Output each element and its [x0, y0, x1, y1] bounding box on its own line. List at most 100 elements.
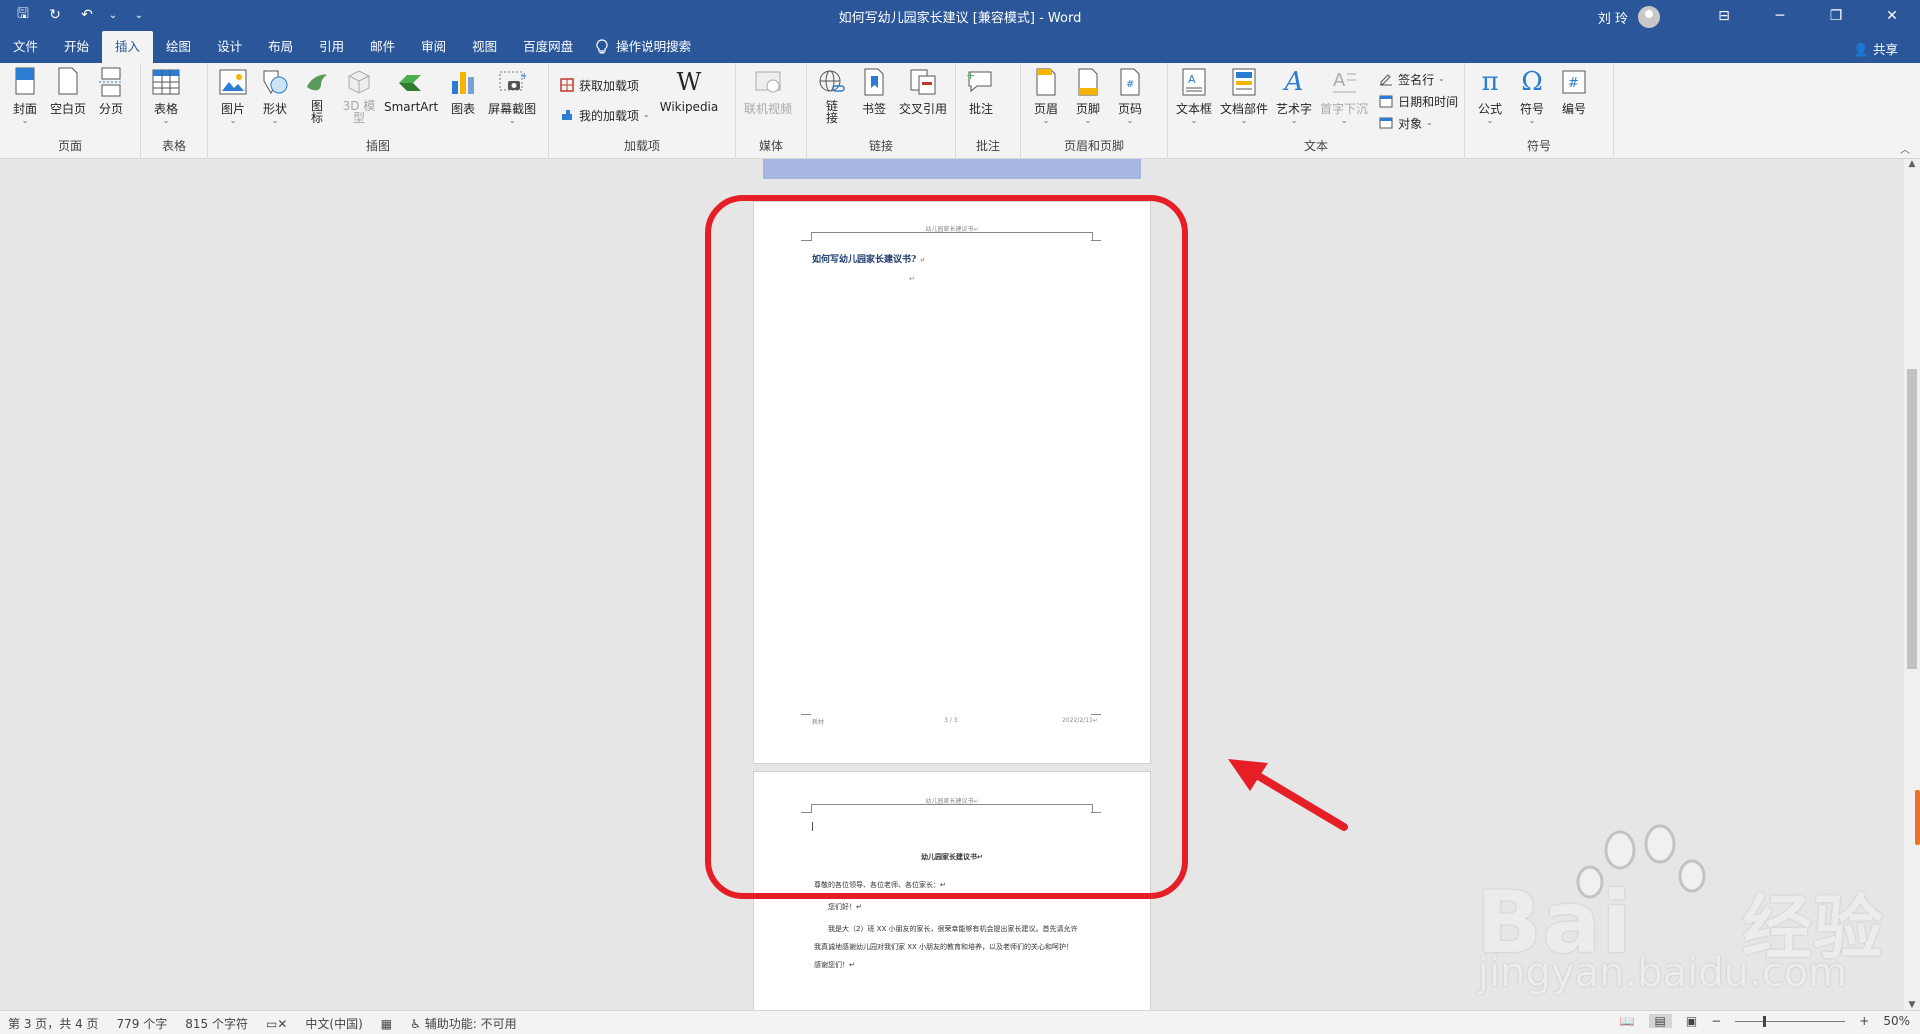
chevron-down-icon: ⌄	[1426, 118, 1433, 127]
share-label: 共享	[1872, 42, 1898, 57]
page-break-icon	[96, 67, 126, 97]
status-bar: 第 3 页，共 4 页 779 个字 815 个字符 ▭✕ 中文(中国) ▦ ♿…	[0, 1010, 1920, 1034]
header-label: 页眉	[1033, 102, 1058, 116]
my-addins-button[interactable]: 我的加载项 ⌄	[559, 105, 650, 125]
tab-mailings[interactable]: 邮件	[357, 31, 408, 63]
navigation-marker	[1915, 790, 1920, 845]
chevron-down-icon: ⌄	[1190, 116, 1198, 125]
person-icon: 👤	[1853, 42, 1869, 57]
accessibility-label: 辅助功能: 不可用	[424, 1017, 517, 1031]
tab-baidu-netdisk[interactable]: 百度网盘	[510, 31, 586, 63]
object-icon	[1378, 115, 1394, 131]
icons-label: 图 标	[310, 99, 323, 125]
user-name: 刘 玲	[1597, 11, 1628, 27]
group-label-illustrations: 插图	[365, 139, 390, 153]
bar-chart-icon	[448, 67, 478, 97]
group-label-media: 媒体	[758, 139, 783, 153]
cross-reference-label: 交叉引用	[899, 102, 948, 116]
highlight-annotation	[705, 195, 1188, 899]
number-icon: #	[1559, 67, 1589, 97]
restore-icon[interactable]: ❐	[1808, 0, 1864, 31]
smartart-label: SmartArt	[384, 100, 439, 114]
collapse-ribbon-icon[interactable]: ︿	[1900, 141, 1910, 156]
blank-page-label: 空白页	[50, 102, 87, 116]
scrollbar-thumb[interactable]	[1907, 369, 1917, 669]
group-label-header-footer: 页眉和页脚	[1063, 139, 1124, 153]
get-addins-button[interactable]: 获取加载项	[559, 75, 650, 95]
chevron-down-icon: ⌄	[1042, 116, 1050, 125]
textbox-label: 文本框	[1176, 102, 1213, 116]
tell-me-search[interactable]: 操作说明搜索	[586, 31, 704, 63]
vertical-scrollbar[interactable]: ▲ ▼	[1904, 159, 1920, 1010]
tab-design[interactable]: 设计	[204, 31, 255, 63]
cube-icon	[344, 67, 374, 97]
zoom-level[interactable]: 50%	[1883, 1014, 1910, 1028]
language[interactable]: 中文(中国)	[305, 1015, 362, 1032]
word-count[interactable]: 779 个字	[117, 1015, 168, 1032]
screenshot-label: 屏幕截图	[488, 102, 537, 116]
page-count[interactable]: 第 3 页，共 4 页	[8, 1015, 99, 1032]
avatar[interactable]	[1638, 6, 1660, 28]
scroll-up-icon[interactable]: ▲	[1904, 159, 1920, 169]
tab-view[interactable]: 视图	[459, 31, 510, 63]
tab-references[interactable]: 引用	[306, 31, 357, 63]
title-bar: 🖫 ↻ ↶ ⌄ ⌄ 如何写幼儿园家长建议 [兼容模式] - Word 刘 玲 ⊟…	[0, 0, 1920, 31]
wordart-icon: A	[1284, 67, 1304, 97]
tab-layout[interactable]: 布局	[255, 31, 306, 63]
tab-home[interactable]: 开始	[51, 31, 102, 63]
close-icon[interactable]: ✕	[1864, 0, 1920, 31]
tab-review[interactable]: 审阅	[408, 31, 459, 63]
store-icon	[559, 77, 575, 93]
group-label-pages: 页面	[57, 139, 82, 153]
group-addins: 获取加载项 我的加载项 ⌄ W Wikipedia 加载项	[549, 63, 736, 158]
new-comment-icon: +	[966, 67, 996, 97]
char-count[interactable]: 815 个字符	[185, 1015, 248, 1032]
online-video-label: 联机视频	[744, 102, 793, 116]
table-icon	[151, 67, 181, 97]
chevron-down-icon: ⌄	[643, 110, 650, 119]
smartart-icon	[396, 67, 426, 97]
tab-list: 文件 开始 插入 绘图 设计 布局 引用 邮件 审阅 视图 百度网盘 操作说明搜…	[0, 31, 704, 63]
bird-icon	[302, 67, 332, 97]
chevron-down-icon: ⌄	[1126, 116, 1134, 125]
page-number-label: 页码	[1117, 102, 1142, 116]
window-controls: ⊟ ─ ❐ ✕	[1696, 0, 1920, 31]
tab-draw[interactable]: 绘图	[153, 31, 204, 63]
web-layout-icon[interactable]: ▣	[1686, 1014, 1697, 1028]
accessibility[interactable]: ♿ 辅助功能: 不可用	[410, 1015, 516, 1032]
signature-line-button[interactable]: 签名行 ⌄	[1378, 69, 1458, 89]
body-line: 我是大（2）班 XX 小朋友的家长，很荣幸能够有机会提出家长建议。首先请允许	[828, 925, 1078, 933]
3d-models-label: 3D 模 型	[342, 99, 376, 125]
chevron-down-icon: ⌄	[1486, 116, 1494, 125]
object-button[interactable]: 对象 ⌄	[1378, 113, 1458, 133]
chevron-down-icon: ⌄	[1240, 116, 1248, 125]
date-time-button[interactable]: 日期和时间	[1378, 91, 1458, 111]
tab-file[interactable]: 文件	[0, 31, 51, 63]
scroll-down-icon[interactable]: ▼	[1904, 1000, 1920, 1010]
page-number-icon: #	[1115, 67, 1145, 97]
header-icon	[1031, 67, 1061, 97]
tab-insert[interactable]: 插入	[102, 31, 154, 63]
zoom-out-button[interactable]: −	[1711, 1014, 1721, 1028]
ribbon-tabs: 文件 开始 插入 绘图 设计 布局 引用 邮件 审阅 视图 百度网盘 操作说明搜…	[0, 31, 1920, 63]
chevron-down-icon: ⌄	[508, 116, 516, 125]
addin-icon	[559, 107, 575, 123]
wikipedia-icon: W	[676, 68, 702, 96]
zoom-in-button[interactable]: +	[1859, 1014, 1869, 1028]
minimize-icon[interactable]: ─	[1752, 0, 1808, 31]
read-mode-icon[interactable]: 📖	[1620, 1014, 1635, 1028]
group-header-footer: 页眉 ⌄ 页脚 ⌄ # 页码 ⌄ 页眉和页脚	[1021, 63, 1168, 158]
accessibility-icon: ♿	[410, 1017, 421, 1031]
share-button[interactable]: 👤 共享	[1853, 39, 1898, 58]
wordart-label: 艺术字	[1276, 102, 1313, 116]
quick-parts-icon	[1229, 67, 1259, 97]
proofing-icon[interactable]: ▭✕	[266, 1017, 287, 1031]
account[interactable]: 刘 玲	[1598, 6, 1660, 28]
ribbon-display-options-icon[interactable]: ⊟	[1696, 0, 1752, 31]
print-layout-icon[interactable]: ▤	[1648, 1014, 1672, 1028]
get-addins-label: 获取加载项	[579, 78, 640, 93]
macro-icon[interactable]: ▦	[381, 1017, 392, 1031]
zoom-slider[interactable]	[1735, 1015, 1846, 1027]
globe-link-icon	[817, 67, 847, 97]
wikipedia-label: Wikipedia	[659, 100, 719, 114]
